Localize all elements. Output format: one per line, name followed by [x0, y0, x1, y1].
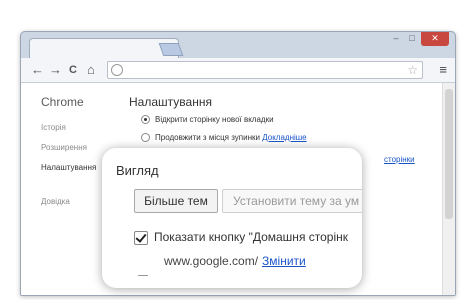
startup-option-continue[interactable]: Продовжити з місця зупинки Докладніше	[141, 133, 307, 143]
sidebar-app-title: Chrome	[41, 95, 84, 109]
close-window-button[interactable]: ✕	[421, 32, 449, 46]
homepage-url: www.google.com/	[164, 254, 259, 268]
sidebar-item-settings[interactable]: Налаштування	[41, 163, 96, 172]
change-homepage-link[interactable]: Змінити	[262, 254, 306, 268]
browser-toolbar: ← → C ⌂ ☆ ≡	[21, 58, 455, 83]
show-home-checkbox[interactable]	[134, 231, 148, 245]
chrome-menu-icon[interactable]: ≡	[439, 62, 447, 78]
scroll-thumb[interactable]	[445, 89, 453, 219]
learn-more-link[interactable]: Докладніше	[262, 133, 306, 142]
new-tab-button[interactable]	[158, 43, 184, 56]
page-icon	[111, 64, 123, 76]
back-arrow-icon[interactable]: ←	[31, 62, 44, 78]
homepage-row: www.google.com/Змінити	[164, 254, 306, 268]
settings-sidebar: Chrome Історія Розширення Налаштування Д…	[21, 83, 101, 295]
partial-pages-link[interactable]: сторінки	[384, 155, 415, 164]
startup-option-new-tab[interactable]: Відкрити сторінку нової вкладки	[141, 115, 274, 125]
page-title: Налаштування	[129, 95, 212, 109]
set-default-theme-button[interactable]: Установити тему за ум	[222, 189, 362, 213]
appearance-zoom-panel: Вигляд Більше тем Установити тему за ум …	[102, 148, 362, 288]
title-bar: × – □ ✕	[21, 32, 455, 59]
browser-tab[interactable]: ×	[29, 38, 179, 59]
appearance-heading: Вигляд	[116, 163, 159, 178]
sidebar-item-help[interactable]: Довідка	[41, 197, 70, 206]
option-label: Відкрити сторінку нової вкладки	[155, 115, 274, 124]
divider	[138, 275, 148, 276]
radio-icon[interactable]	[141, 133, 150, 143]
show-home-label: Показати кнопку "Домашня сторінк	[154, 230, 349, 244]
address-bar[interactable]: ☆	[107, 61, 423, 79]
reload-icon[interactable]: C	[69, 62, 77, 78]
bookmark-star-icon[interactable]: ☆	[407, 62, 418, 78]
maximize-button[interactable]: □	[405, 32, 419, 46]
pages-link[interactable]: сторінки	[384, 155, 415, 164]
option-label: Продовжити з місця зупинки	[155, 133, 260, 142]
home-icon[interactable]: ⌂	[87, 62, 95, 78]
radio-selected-icon[interactable]	[141, 115, 150, 125]
sidebar-item-extensions[interactable]: Розширення	[41, 143, 87, 152]
more-themes-button[interactable]: Більше тем	[134, 189, 218, 213]
sidebar-item-history[interactable]: Історія	[41, 123, 66, 132]
forward-arrow-icon[interactable]: →	[49, 62, 62, 78]
minimize-button[interactable]: –	[389, 32, 403, 46]
scrollbar[interactable]	[442, 83, 455, 295]
